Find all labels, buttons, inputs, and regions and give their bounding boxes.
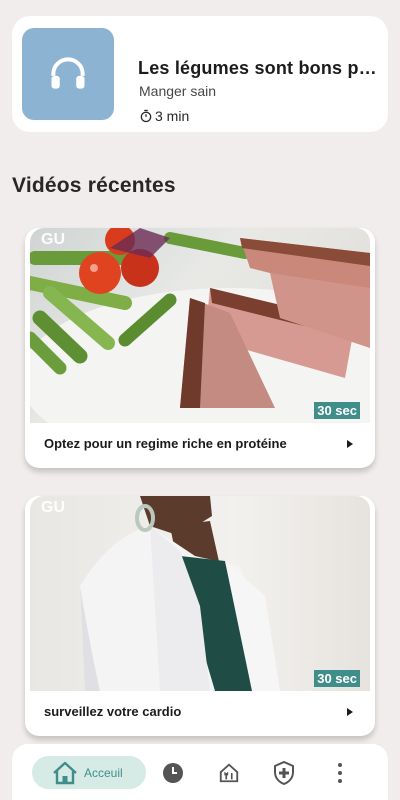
timer-icon	[140, 109, 152, 123]
history-icon	[163, 763, 183, 783]
home-icon	[53, 761, 77, 784]
nav-restaurant-button[interactable]	[214, 758, 244, 788]
audio-title: Les légumes sont bons po...	[138, 58, 382, 78]
section-title: Vidéos récentes	[12, 174, 176, 197]
doctor-photo	[80, 496, 280, 691]
audio-thumbnail	[22, 28, 114, 120]
headphones-icon	[51, 57, 85, 89]
video-thumbnail[interactable]: GU 30 sec	[30, 496, 370, 691]
video-card[interactable]: GU 30 sec surveillez votre cardio	[25, 496, 375, 736]
video-caption: Optez pour un regime riche en protéine	[44, 436, 287, 451]
audio-duration: 3 min	[139, 108, 189, 124]
video-card[interactable]: GU 30 sec Optez pour un regime riche en …	[25, 228, 375, 468]
audio-card[interactable]: Les légumes sont bons po... Manger sain …	[12, 16, 388, 132]
audio-duration-label: 3 min	[155, 108, 190, 124]
more-vert-icon	[338, 763, 342, 783]
duration-badge: 30 sec	[314, 670, 360, 687]
nav-home-button[interactable]: Acceuil	[32, 756, 146, 789]
nav-history-button[interactable]	[158, 758, 188, 788]
play-icon[interactable]	[347, 440, 353, 448]
audio-subtitle: Manger sain	[139, 83, 217, 99]
play-icon[interactable]	[347, 708, 353, 716]
duration-badge: 30 sec	[314, 402, 360, 419]
food-photo	[30, 228, 370, 423]
brand-logo: GU	[41, 231, 65, 248]
video-caption: surveillez votre cardio	[44, 704, 182, 719]
restaurant-icon	[219, 763, 239, 783]
brand-logo: GU	[41, 499, 65, 516]
nav-more-button[interactable]	[325, 758, 355, 788]
health-shield-icon	[274, 761, 294, 785]
video-thumbnail[interactable]: GU 30 sec	[30, 228, 370, 423]
nav-health-button[interactable]	[269, 758, 299, 788]
nav-home-label: Acceuil	[84, 765, 123, 780]
bottom-navigation: Acceuil	[12, 744, 388, 800]
